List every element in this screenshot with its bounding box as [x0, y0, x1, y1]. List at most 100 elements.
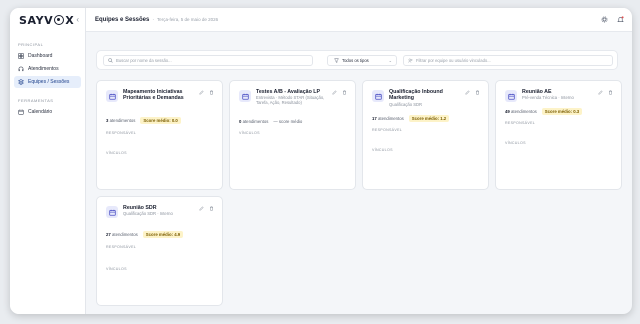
notification-bell-icon[interactable]: [617, 16, 624, 23]
session-title-text: Testes A/B - Avaliação LP: [256, 89, 321, 95]
collapse-sidebar-icon[interactable]: ‹: [76, 15, 79, 24]
sidebar: SAYV X ‹ PRINCIPAL Dashboard Atendimento…: [10, 8, 86, 314]
logo[interactable]: SAYV X: [19, 14, 74, 27]
delete-trash-icon[interactable]: [608, 90, 613, 95]
sidebar-item-label: Equipes / Sessões: [28, 79, 70, 85]
sidebar-item-atendimentos[interactable]: Atendimentos: [14, 63, 81, 75]
sidebar-item-equipes-sessoes[interactable]: Equipes / Sessões: [14, 76, 81, 88]
session-subtitle: Qualificação SDR: [389, 101, 423, 107]
session-title: Reunião AE Pré-venda Técnica · Interno: [522, 89, 598, 101]
responsavel-label: RESPONSÁVEL: [505, 121, 536, 125]
responsavel-label: RESPONSÁVEL: [106, 131, 137, 135]
current-date: Terça-feira, 5 de maio de 2026: [157, 17, 219, 22]
calendar-icon: [505, 90, 517, 102]
sidebar-item-label: Atendimentos: [28, 66, 59, 72]
session-title: Reunião SDR Qualificação SDR · Interno: [123, 205, 199, 217]
attendance-count: 49 atendimentos: [505, 109, 537, 114]
session-title: Qualificação Inbound Marketing Qualifica…: [389, 89, 465, 108]
card-actions: [598, 90, 613, 95]
attendance-count-value: 27: [106, 232, 111, 237]
calendar-icon: [106, 206, 118, 218]
card-stats: 3 atendimentos Score médio: 0.0: [106, 117, 181, 124]
session-subtitle: Entrevista · Método STAR (Situação, Tare…: [256, 95, 325, 106]
search-input[interactable]: Buscar por nome da sessão...: [103, 55, 313, 66]
score-text: — score médio: [273, 119, 303, 124]
score-badge: Score médio: 0.3: [541, 108, 583, 115]
session-card[interactable]: Mapeamento Iniciativas Prioritárias e De…: [96, 80, 223, 190]
vinculos-label: VÍNCULOS: [106, 267, 127, 271]
logo-mark-icon: [54, 15, 65, 25]
card-actions: [199, 90, 214, 95]
sidebar-item-label: Dashboard: [28, 53, 53, 59]
session-card[interactable]: Reunião AE Pré-venda Técnica · Interno 4…: [495, 80, 622, 190]
sidebar-item-calendario[interactable]: Calendário: [14, 106, 81, 118]
delete-trash-icon[interactable]: [209, 90, 214, 95]
delete-trash-icon[interactable]: [342, 90, 347, 95]
app-window: SAYV X ‹ PRINCIPAL Dashboard Atendimento…: [10, 8, 632, 314]
filter-funnel-icon: [334, 58, 339, 63]
card-actions: [199, 206, 214, 211]
session-subtitle: Qualificação SDR · Interno: [123, 211, 173, 217]
session-type-value: Todos os tipos: [342, 58, 369, 63]
session-subtitle: Pré-venda Técnica · Interno: [522, 95, 574, 101]
edit-pencil-icon[interactable]: [465, 90, 470, 95]
team-user-filter-input[interactable]: Filtrar por equipe ou usuário vinculado.…: [403, 55, 613, 66]
users-icon: [408, 58, 413, 63]
calendar-icon: [106, 90, 118, 102]
sidebar-item-dashboard[interactable]: Dashboard: [14, 50, 81, 62]
edit-pencil-icon[interactable]: [199, 90, 204, 95]
settings-gear-icon[interactable]: [601, 16, 608, 23]
filter-bar: Buscar por nome da sessão... Todos os ti…: [96, 50, 618, 70]
card-stats: 49 atendimentos Score médio: 0.3: [505, 108, 583, 115]
search-placeholder: Buscar por nome da sessão...: [116, 58, 172, 63]
sidebar-section-ferramentas: FERRAMENTAS: [18, 98, 54, 103]
calendar-icon: [18, 109, 24, 115]
main-content: Equipes e Sessões · Terça-feira, 5 de ma…: [86, 8, 632, 314]
attendance-count: 3 atendimentos: [106, 118, 135, 123]
session-title-text: Mapeamento Iniciativas Prioritárias e De…: [123, 89, 184, 102]
edit-pencil-icon[interactable]: [598, 90, 603, 95]
card-actions: [332, 90, 347, 95]
delete-trash-icon[interactable]: [209, 206, 214, 211]
sidebar-item-label: Calendário: [28, 109, 53, 115]
session-card[interactable]: Reunião SDR Qualificação SDR · Interno 2…: [96, 196, 223, 306]
delete-trash-icon[interactable]: [475, 90, 480, 95]
chevron-down-icon: ⌄: [388, 58, 392, 63]
card-stats: 0 atendimentos — score médio: [239, 119, 302, 124]
session-title-text: Qualificação Inbound Marketing: [389, 89, 443, 102]
page-title: Equipes e Sessões: [95, 16, 150, 23]
headset-icon: [18, 66, 24, 72]
title-separator: ·: [152, 16, 155, 23]
topbar-actions: [601, 16, 624, 23]
vinculos-label: VÍNCULOS: [505, 141, 526, 145]
session-title-text: Reunião SDR: [123, 205, 157, 211]
search-icon: [108, 58, 113, 63]
sidebar-section-principal: PRINCIPAL: [18, 42, 44, 47]
edit-pencil-icon[interactable]: [199, 206, 204, 211]
calendar-icon: [372, 90, 384, 102]
responsavel-label: RESPONSÁVEL: [106, 245, 137, 249]
session-title: Mapeamento Iniciativas Prioritárias e De…: [123, 89, 199, 102]
attendance-count-label: atendimentos: [111, 232, 138, 237]
logo-text-left: SAYV: [19, 13, 54, 27]
attendance-count: 17 atendimentos: [372, 116, 404, 121]
session-card[interactable]: Testes A/B - Avaliação LP Entrevista · M…: [229, 80, 356, 190]
card-actions: [465, 90, 480, 95]
topbar: Equipes e Sessões · Terça-feira, 5 de ma…: [86, 8, 632, 32]
session-title: Testes A/B - Avaliação LP Entrevista · M…: [256, 89, 332, 106]
calendar-icon: [239, 90, 251, 102]
responsavel-label: RESPONSÁVEL: [372, 128, 403, 132]
attendance-count-label: atendimentos: [510, 109, 537, 114]
attendance-count-value: 17: [372, 116, 377, 121]
edit-pencil-icon[interactable]: [332, 90, 337, 95]
attendance-count-value: 0: [239, 119, 242, 124]
attendance-count-value: 49: [505, 109, 510, 114]
attendance-count-label: atendimentos: [109, 118, 136, 123]
attendance-count-value: 3: [106, 118, 109, 123]
vinculos-label: VÍNCULOS: [106, 151, 127, 155]
card-stats: 17 atendimentos Score médio: 1.2: [372, 115, 450, 122]
session-type-select[interactable]: Todos os tipos ⌄: [327, 55, 397, 66]
logo-text-right: X: [65, 13, 75, 27]
score-badge: Score médio: 0.0: [140, 117, 181, 124]
session-card[interactable]: Qualificação Inbound Marketing Qualifica…: [362, 80, 489, 190]
